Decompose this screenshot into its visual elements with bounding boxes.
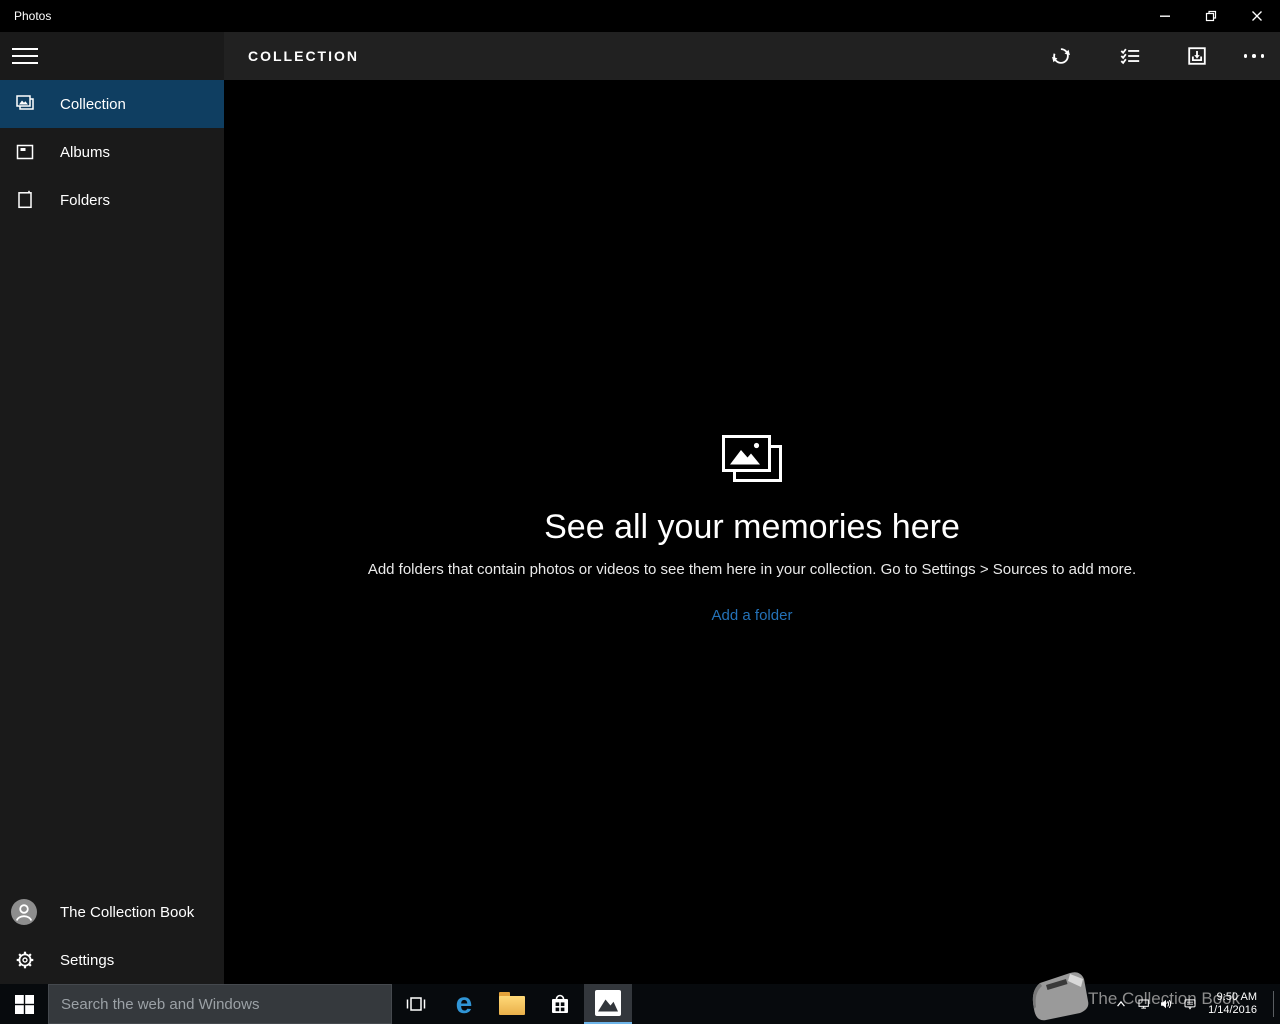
see-more-button[interactable]	[1230, 32, 1278, 80]
start-button[interactable]	[0, 984, 48, 1024]
close-button[interactable]	[1234, 0, 1280, 32]
main-header: COLLECTION	[224, 32, 1280, 80]
see-more-icon	[1243, 54, 1265, 58]
system-tray: 9:50 AM 1/14/2016	[1105, 984, 1280, 1024]
sidebar-item-settings[interactable]: Settings	[0, 936, 224, 984]
photos-app-icon	[595, 990, 621, 1016]
restore-icon	[1205, 10, 1217, 22]
gear-icon	[16, 951, 34, 969]
task-view-button[interactable]	[392, 984, 440, 1024]
sidebar-item-folders[interactable]: Folders	[0, 176, 224, 224]
stacked-photos-icon	[722, 435, 782, 482]
minimize-icon	[1160, 15, 1170, 17]
page-title: COLLECTION	[248, 48, 359, 64]
add-folder-link[interactable]: Add a folder	[712, 607, 793, 624]
select-icon	[1120, 48, 1140, 65]
display-network-icon	[1138, 999, 1149, 1009]
volume-button[interactable]	[1154, 984, 1178, 1024]
taskbar-separator	[1273, 991, 1274, 1017]
store-bag-icon	[552, 994, 568, 1013]
volume-icon	[1161, 999, 1172, 1009]
window-title: Photos	[14, 9, 52, 23]
file-explorer-button[interactable]	[488, 984, 536, 1024]
restore-button[interactable]	[1188, 0, 1234, 32]
sync-button[interactable]	[1037, 32, 1085, 80]
settings-label: Settings	[60, 951, 115, 969]
edge-icon: e	[455, 987, 473, 1020]
store-button[interactable]	[536, 984, 584, 1024]
photos-app-window: Photos Collection Albums Folders The Col…	[0, 0, 1280, 1024]
taskbar-clock[interactable]: 9:50 AM 1/14/2016	[1201, 984, 1257, 1024]
photos-app-button[interactable]	[584, 984, 632, 1024]
show-desktop-button[interactable]	[169, 984, 180, 1024]
hamburger-menu-button[interactable]	[12, 47, 38, 65]
clock-time: 9:50 AM	[1216, 991, 1257, 1003]
action-center-button[interactable]	[1178, 984, 1202, 1024]
main-content: COLLECTION See all your memories here Ad…	[224, 32, 1280, 984]
sidebar-item-collection[interactable]: Collection	[0, 80, 224, 128]
tray-expand-button[interactable]	[1109, 984, 1133, 1024]
sidebar: Collection Albums Folders The Collection…	[0, 32, 224, 984]
person-avatar-icon	[11, 899, 37, 925]
file-explorer-icon	[499, 991, 525, 1015]
action-center-icon	[1184, 998, 1196, 1010]
folder-page-icon	[18, 190, 32, 209]
collection-photos-icon	[16, 95, 34, 110]
sidebar-item-label: Folders	[60, 191, 111, 209]
empty-state-heading: See all your memories here	[544, 508, 960, 546]
account-label: The Collection Book	[60, 903, 195, 921]
sync-icon	[1052, 48, 1070, 64]
sidebar-item-albums[interactable]: Albums	[0, 128, 224, 176]
import-icon	[1188, 47, 1206, 65]
book-icon	[1032, 972, 1089, 1021]
chevron-up-icon	[1117, 1000, 1125, 1007]
edge-browser-button[interactable]: e	[440, 984, 488, 1024]
album-icon	[16, 144, 34, 160]
import-button[interactable]	[1173, 32, 1221, 80]
task-view-icon	[406, 997, 426, 1011]
hamburger-icon	[12, 48, 38, 50]
minimize-button[interactable]	[1142, 0, 1188, 32]
title-bar: Photos	[0, 0, 1280, 32]
sidebar-item-label: Albums	[60, 143, 111, 161]
empty-state: See all your memories here Add folders t…	[224, 433, 1280, 625]
account-item[interactable]: The Collection Book	[0, 888, 224, 936]
app-body: Collection Albums Folders The Collection…	[0, 32, 1280, 984]
windows-logo-icon	[14, 994, 34, 1014]
sidebar-item-label: Collection	[60, 95, 126, 113]
network-button[interactable]	[1132, 984, 1156, 1024]
clock-date: 1/14/2016	[1208, 1004, 1257, 1016]
close-icon	[1252, 11, 1262, 21]
empty-state-description: Add folders that contain photos or video…	[367, 561, 1137, 578]
select-button[interactable]	[1106, 32, 1154, 80]
taskbar-search	[48, 984, 392, 1024]
search-input[interactable]	[49, 985, 391, 1023]
